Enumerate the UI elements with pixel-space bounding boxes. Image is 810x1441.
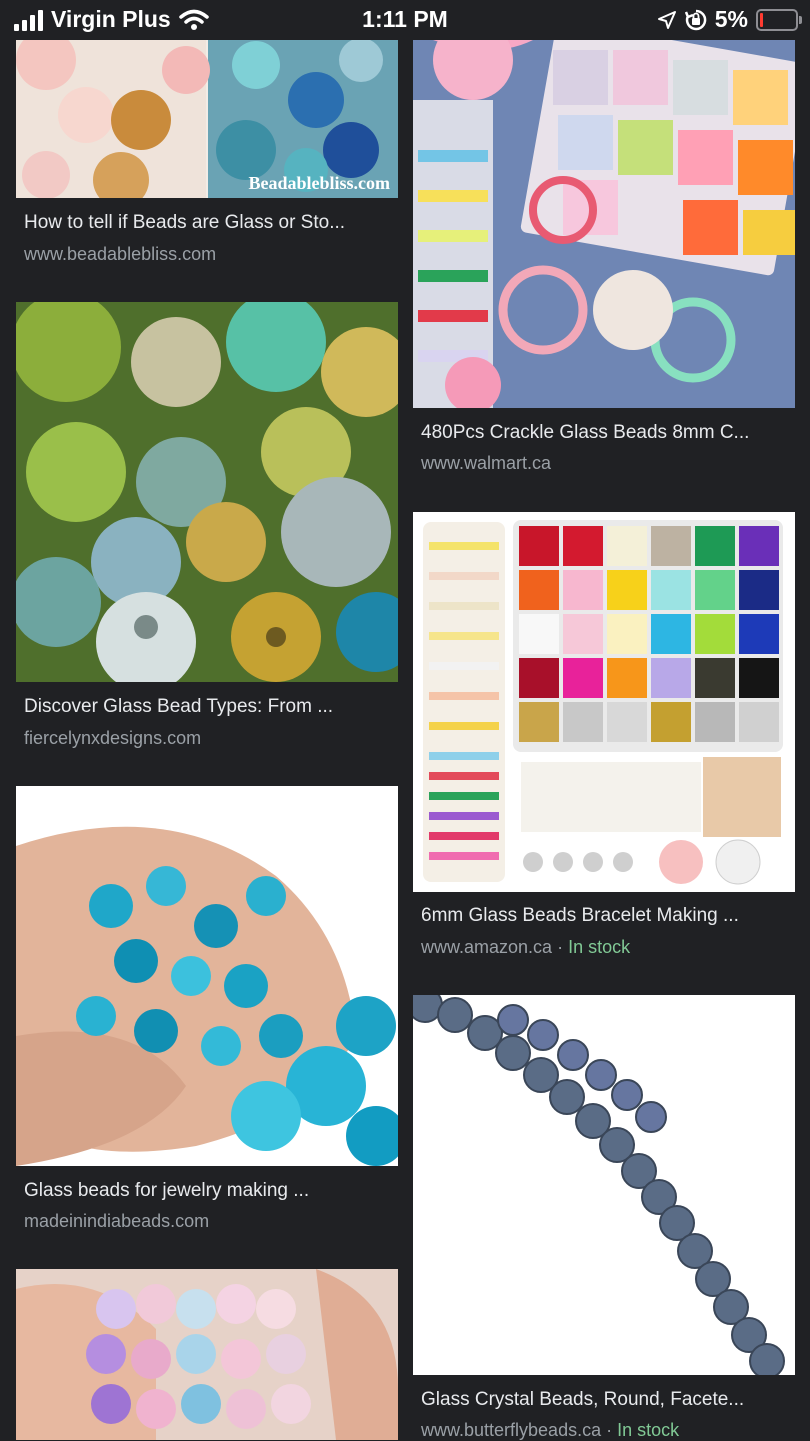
- stock-status: In stock: [568, 937, 631, 957]
- result-site: www.butterflybeads.ca · In stock: [421, 1420, 789, 1441]
- result-thumbnail[interactable]: [413, 995, 795, 1375]
- battery-percent: 5%: [714, 6, 748, 32]
- result-thumbnail[interactable]: [413, 512, 795, 892]
- stock-status: In stock: [617, 1420, 680, 1440]
- result-thumbnail[interactable]: [16, 1269, 398, 1440]
- battery-icon: [756, 8, 802, 31]
- result-thumbnail[interactable]: [16, 302, 398, 682]
- result-thumbnail[interactable]: Beadablebliss.com: [16, 40, 398, 198]
- result-title[interactable]: 480Pcs Crackle Glass Beads 8mm C...: [421, 422, 789, 444]
- result-thumbnail[interactable]: [413, 40, 795, 408]
- result-site: www.amazon.ca · In stock: [421, 937, 789, 958]
- result-title[interactable]: How to tell if Beads are Glass or Sto...: [24, 212, 392, 234]
- result-title[interactable]: 6mm Glass Beads Bracelet Making ...: [421, 905, 789, 927]
- image-watermark: Beadablebliss.com: [248, 173, 390, 193]
- result-site: www.walmart.ca: [421, 453, 552, 473]
- rotation-lock-icon: [684, 9, 707, 30]
- result-site: madeinindiabeads.com: [24, 1211, 210, 1231]
- location-icon: [657, 10, 676, 29]
- result-thumbnail[interactable]: [16, 786, 398, 1166]
- result-site: www.beadablebliss.com: [24, 244, 217, 264]
- result-title[interactable]: Glass Crystal Beads, Round, Facete...: [421, 1389, 789, 1411]
- separator: ·: [601, 1420, 618, 1440]
- status-bar: Virgin Plus 1:11 PM 5%: [0, 0, 810, 40]
- result-site: fiercelynxdesigns.com: [24, 728, 202, 748]
- separator: ·: [552, 937, 569, 957]
- result-title[interactable]: Discover Glass Bead Types: From ...: [24, 696, 392, 718]
- result-title[interactable]: Glass beads for jewelry making ...: [24, 1180, 392, 1202]
- result-site-url: www.amazon.ca: [421, 937, 553, 957]
- result-site-url: www.butterflybeads.ca: [421, 1420, 602, 1440]
